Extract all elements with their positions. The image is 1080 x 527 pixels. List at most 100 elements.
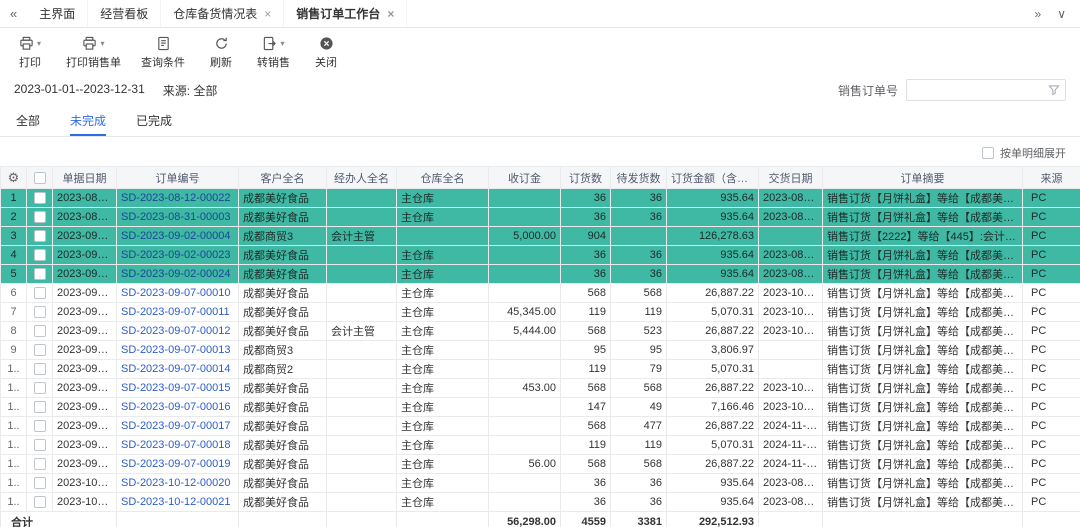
row-checkbox[interactable]	[34, 211, 46, 223]
row-checkbox[interactable]	[34, 401, 46, 413]
order-number-link[interactable]: SD-2023-09-07-00018	[121, 439, 230, 451]
col-header-qty[interactable]: 订货数	[561, 167, 611, 189]
col-header-date[interactable]: 单据日期	[53, 167, 117, 189]
order-number-link[interactable]: SD-2023-08-12-00022	[121, 192, 230, 204]
order-number-link[interactable]: SD-2023-09-02-00004	[121, 230, 230, 242]
tab-list-dropdown-icon[interactable]: ∨	[1057, 7, 1066, 21]
tab-business-dashboard[interactable]: 经营看板	[88, 0, 161, 27]
orders-table: ⚙ 单据日期 订单编号 客户全名 经办人全名 仓库全名 收订金 订货数 待发货数…	[0, 166, 1080, 527]
row-checkbox[interactable]	[34, 287, 46, 299]
col-header-source[interactable]: 来源	[1023, 167, 1080, 189]
table-row[interactable]: 52023-09-02SD-2023-09-02-00024成都美好食品主仓库3…	[1, 265, 1080, 284]
table-row[interactable]: 42023-09-02SD-2023-09-02-00023成都美好食品主仓库3…	[1, 246, 1080, 265]
col-header-warehouse[interactable]: 仓库全名	[397, 167, 489, 189]
table-row[interactable]: 72023-09-07SD-2023-09-07-00011成都美好食品主仓库4…	[1, 303, 1080, 322]
table-row[interactable]: 1..2023-09-07SD-2023-09-07-00016成都美好食品主仓…	[1, 398, 1080, 417]
status-tab-all[interactable]: 全部	[16, 107, 40, 136]
cell-amount: 935.64	[667, 474, 759, 493]
table-row[interactable]: 1..2023-09-07SD-2023-09-07-00017成都美好食品主仓…	[1, 417, 1080, 436]
tab-main-screen[interactable]: 主界面	[27, 0, 88, 27]
row-checkbox[interactable]	[34, 325, 46, 337]
order-number-link[interactable]: SD-2023-09-07-00014	[121, 363, 230, 375]
cell-warehouse: 主仓库	[397, 189, 489, 208]
filter-bar: 2023-01-01--2023-12-31 来源: 全部 销售订单号	[0, 75, 1080, 107]
row-checkbox[interactable]	[34, 192, 46, 204]
col-header-customer[interactable]: 客户全名	[239, 167, 327, 189]
col-header-order-no[interactable]: 订单编号	[117, 167, 239, 189]
sales-order-no-input[interactable]	[906, 79, 1066, 101]
row-checkbox[interactable]	[34, 363, 46, 375]
cell-delivery: 2023-08-09	[759, 474, 823, 493]
table-row[interactable]: 1..2023-09-07SD-2023-09-07-00014成都商贸2主仓库…	[1, 360, 1080, 379]
cell-amount: 26,887.22	[667, 284, 759, 303]
row-number: 6	[1, 284, 27, 303]
col-header-handler[interactable]: 经办人全名	[327, 167, 397, 189]
tab-warehouse-stock-report[interactable]: 仓库备货情况表 ×	[161, 0, 284, 27]
cell-customer: 成都美好食品	[239, 246, 327, 265]
status-tab-incomplete[interactable]: 未完成	[70, 107, 106, 136]
print-button[interactable]: ▾ 打印	[14, 35, 46, 70]
row-checkbox[interactable]	[34, 306, 46, 318]
cell-order-no: SD-2023-09-07-00017	[117, 417, 239, 436]
row-checkbox[interactable]	[34, 458, 46, 470]
row-checkbox[interactable]	[34, 382, 46, 394]
print-sales-order-button[interactable]: ▾ 打印销售单	[66, 35, 121, 70]
select-all-checkbox[interactable]	[34, 172, 46, 184]
filter-funnel-icon[interactable]	[1048, 84, 1060, 96]
row-checkbox[interactable]	[34, 439, 46, 451]
order-number-link[interactable]: SD-2023-10-12-00021	[121, 496, 230, 508]
row-checkbox[interactable]	[34, 344, 46, 356]
table-row[interactable]: 32023-09-02SD-2023-09-02-00004成都商贸3会计主管5…	[1, 227, 1080, 246]
close-tab-icon[interactable]: ×	[387, 8, 394, 20]
row-checkbox-cell	[27, 208, 53, 227]
order-number-link[interactable]: SD-2023-09-07-00010	[121, 287, 230, 299]
column-settings-gear-icon[interactable]: ⚙	[8, 170, 20, 185]
row-checkbox[interactable]	[34, 477, 46, 489]
order-number-link[interactable]: SD-2023-08-31-00003	[121, 211, 230, 223]
table-row[interactable]: 62023-09-07SD-2023-09-07-00010成都美好食品主仓库5…	[1, 284, 1080, 303]
collapse-tabs-left-icon[interactable]: «	[0, 6, 27, 21]
convert-to-sales-button[interactable]: ▾ 转销售	[257, 35, 290, 70]
order-number-link[interactable]: SD-2023-09-07-00015	[121, 382, 230, 394]
expand-by-detail-checkbox[interactable]	[982, 147, 994, 159]
table-row[interactable]: 1..2023-09-07SD-2023-09-07-00019成都美好食品主仓…	[1, 455, 1080, 474]
close-button[interactable]: 关闭	[310, 35, 342, 70]
cell-amount: 935.64	[667, 208, 759, 227]
scroll-tabs-right-icon[interactable]: »	[1035, 7, 1042, 21]
close-tab-icon[interactable]: ×	[264, 8, 271, 20]
col-header-delivery[interactable]: 交货日期	[759, 167, 823, 189]
col-header-amount[interactable]: 订货金额（含税）	[667, 167, 759, 189]
row-checkbox[interactable]	[34, 268, 46, 280]
order-number-link[interactable]: SD-2023-09-07-00012	[121, 325, 230, 337]
cell-amount: 5,070.31	[667, 303, 759, 322]
order-number-link[interactable]: SD-2023-09-07-00013	[121, 344, 230, 356]
table-row[interactable]: 82023-09-07SD-2023-09-07-00012成都美好食品会计主管…	[1, 322, 1080, 341]
cell-qty: 568	[561, 284, 611, 303]
table-row[interactable]: 1..2023-10-12SD-2023-10-12-00020成都美好食品主仓…	[1, 474, 1080, 493]
table-row[interactable]: 1..2023-09-07SD-2023-09-07-00018成都美好食品主仓…	[1, 436, 1080, 455]
row-checkbox[interactable]	[34, 249, 46, 261]
table-row[interactable]: 12023-08-12SD-2023-08-12-00022成都美好食品主仓库3…	[1, 189, 1080, 208]
col-header-deposit[interactable]: 收订金	[489, 167, 561, 189]
col-header-summary[interactable]: 订单摘要	[823, 167, 1023, 189]
cell-handler	[327, 474, 397, 493]
order-number-link[interactable]: SD-2023-09-02-00024	[121, 268, 230, 280]
table-row[interactable]: 1..2023-10-12SD-2023-10-12-00021成都美好食品主仓…	[1, 493, 1080, 512]
order-number-link[interactable]: SD-2023-09-07-00019	[121, 458, 230, 470]
table-row[interactable]: 22023-08-31SD-2023-08-31-00003成都美好食品主仓库3…	[1, 208, 1080, 227]
table-row[interactable]: 1..2023-09-07SD-2023-09-07-00015成都美好食品主仓…	[1, 379, 1080, 398]
query-conditions-button[interactable]: 查询条件	[141, 35, 185, 70]
tab-sales-order-workbench[interactable]: 销售订单工作台 ×	[284, 0, 407, 27]
order-number-link[interactable]: SD-2023-10-12-00020	[121, 477, 230, 489]
order-number-link[interactable]: SD-2023-09-07-00011	[121, 306, 230, 318]
row-checkbox[interactable]	[34, 420, 46, 432]
row-checkbox[interactable]	[34, 496, 46, 508]
status-tab-completed[interactable]: 已完成	[136, 107, 172, 136]
order-number-link[interactable]: SD-2023-09-07-00017	[121, 420, 230, 432]
row-checkbox[interactable]	[34, 230, 46, 242]
order-number-link[interactable]: SD-2023-09-02-00023	[121, 249, 230, 261]
col-header-pending[interactable]: 待发货数	[611, 167, 667, 189]
table-row[interactable]: 92023-09-07SD-2023-09-07-00013成都商贸3主仓库95…	[1, 341, 1080, 360]
order-number-link[interactable]: SD-2023-09-07-00016	[121, 401, 230, 413]
refresh-button[interactable]: 刷新	[205, 35, 237, 70]
